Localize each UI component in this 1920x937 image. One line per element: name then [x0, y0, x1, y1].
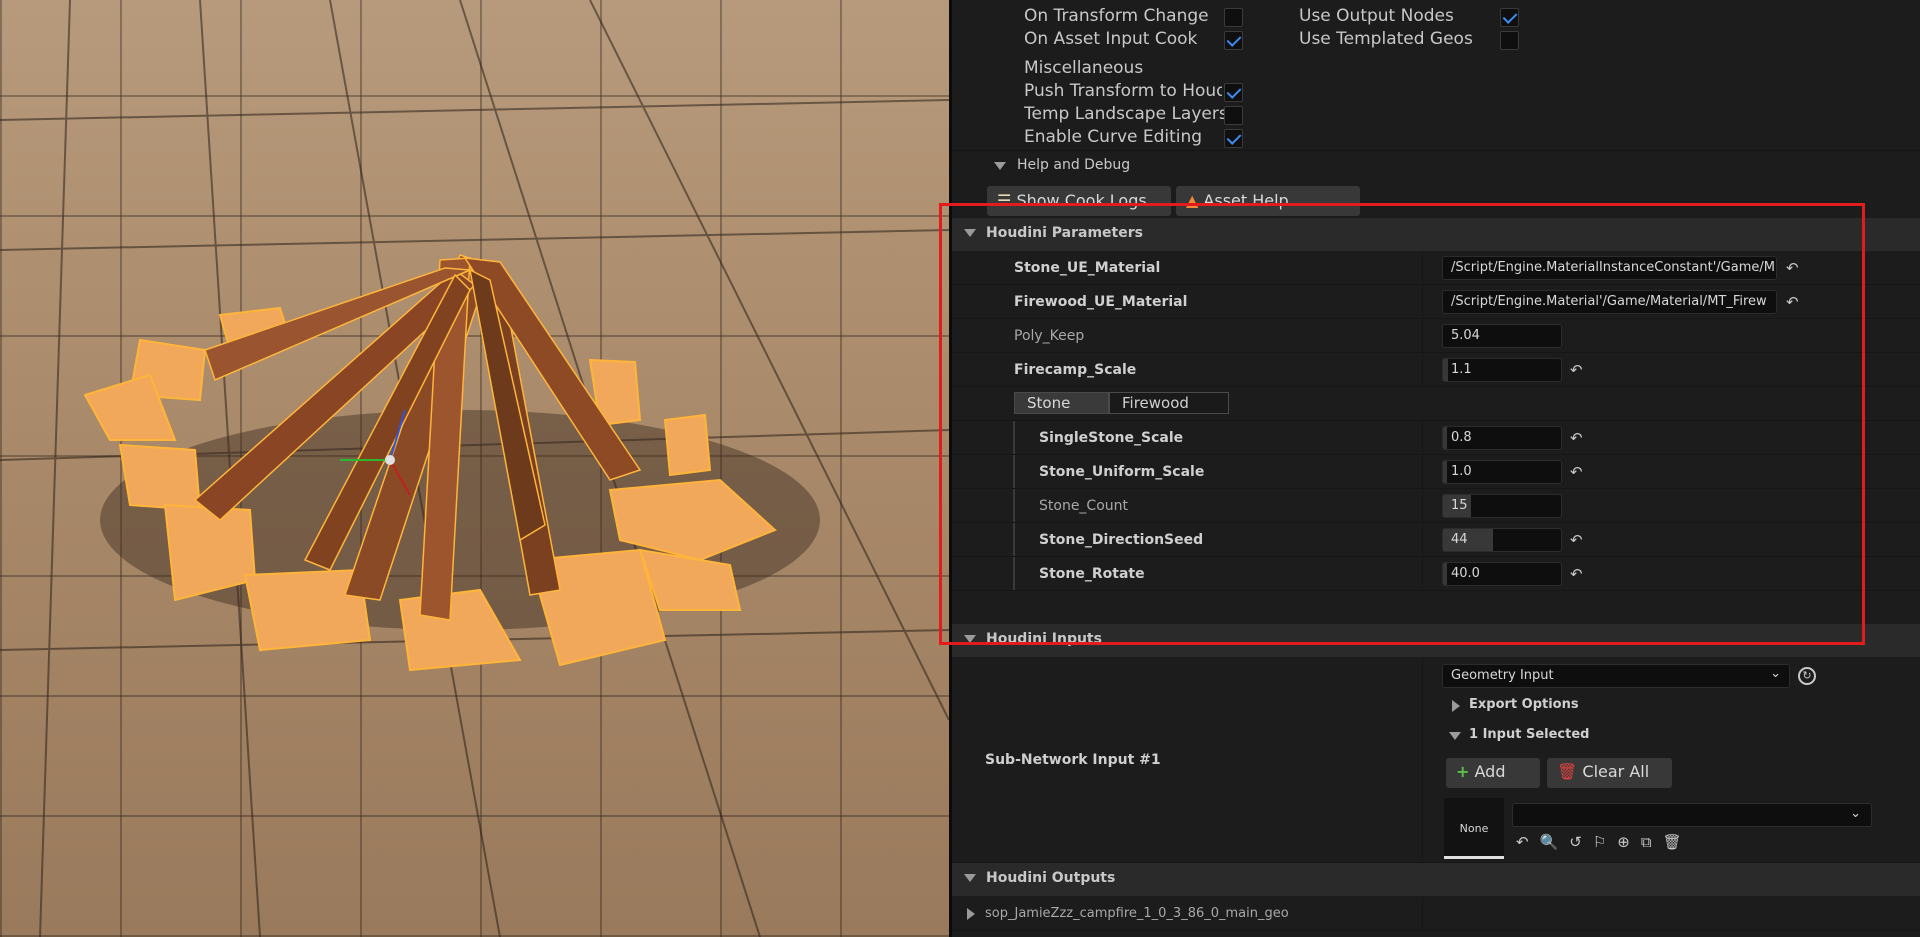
subnetwork-input-label: Sub-Network Input #1: [985, 752, 1161, 768]
help-icon: ▲: [1186, 191, 1199, 210]
reset-arrow-icon[interactable]: ↶: [1786, 260, 1802, 276]
output-geo-label: sop_JamieZzz_campfire_1_0_3_86_0_main_ge…: [985, 906, 1289, 921]
enable-curve-checkbox[interactable]: [1224, 129, 1243, 148]
collapse-arrow-icon[interactable]: [1449, 732, 1461, 740]
add-input-button[interactable]: + Add: [1446, 758, 1540, 788]
duplicate-icon[interactable]: ⧉: [1641, 833, 1663, 851]
temp-landscape-checkbox[interactable]: [1224, 106, 1243, 125]
stone-uniform-scale-field[interactable]: 1.0: [1442, 460, 1562, 484]
firecamp-scale-field[interactable]: 1.1: [1442, 358, 1562, 382]
reset-arrow-icon[interactable]: ↶: [1570, 362, 1586, 378]
houdini-inputs-header[interactable]: Houdini Inputs: [952, 624, 1920, 657]
asset-picker-dropdown[interactable]: ⌄: [1512, 803, 1872, 827]
stone-material-field[interactable]: /Script/Engine.MaterialInstanceConstant'…: [1442, 256, 1777, 280]
details-panel: On Transform Change Use Output Nodes On …: [952, 0, 1920, 937]
param-row-firecamp-scale: Firecamp_Scale 1.1 ↶: [952, 353, 1920, 387]
reset-arrow-icon[interactable]: ↶: [1570, 532, 1586, 548]
scroll-icon: ☰: [997, 191, 1012, 210]
asset-help-button[interactable]: ▲ Asset Help: [1176, 186, 1360, 216]
enable-curve-label: Enable Curve Editing: [1024, 127, 1203, 147]
use-selected-icon[interactable]: ↶: [1516, 833, 1540, 851]
use-templated-geos-checkbox[interactable]: [1500, 31, 1519, 50]
collapse-arrow-icon[interactable]: [964, 635, 976, 643]
help-debug-label: Help and Debug: [1017, 157, 1131, 173]
show-cook-logs-button[interactable]: ☰ Show Cook Logs: [987, 186, 1171, 216]
stone-count-field[interactable]: 15: [1442, 494, 1562, 518]
use-output-nodes-checkbox[interactable]: [1500, 8, 1519, 27]
plus-icon: +: [1456, 762, 1470, 781]
on-transform-change-checkbox[interactable]: [1224, 8, 1243, 27]
input-type-dropdown[interactable]: Geometry Input ⌄: [1442, 664, 1790, 688]
use-templated-geos-label: Use Templated Geos: [1299, 29, 1473, 49]
houdini-outputs-header[interactable]: Houdini Outputs: [952, 863, 1920, 896]
tab-stone[interactable]: Stone: [1014, 392, 1109, 414]
reset-arrow-icon[interactable]: ↶: [1570, 566, 1586, 582]
tab-firewood[interactable]: Firewood: [1109, 392, 1229, 414]
poly-keep-field[interactable]: 5.04: [1442, 324, 1562, 348]
param-row-singlestone-scale: SingleStone_Scale 0.8 ↶: [952, 421, 1920, 455]
singlestone-scale-field[interactable]: 0.8: [1442, 426, 1562, 450]
on-transform-change-label: On Transform Change: [1024, 6, 1209, 26]
transform-icon[interactable]: ⚐: [1593, 833, 1617, 851]
push-transform-label: Push Transform to Houdini: [1024, 81, 1222, 101]
input-row-subnetwork: Sub-Network Input #1 Geometry Input ⌄ ↻ …: [952, 657, 1920, 863]
reset-arrow-icon[interactable]: ↶: [1786, 294, 1802, 310]
param-row-firewood-material: Firewood_UE_Material /Script/Engine.Mate…: [952, 285, 1920, 319]
trash-icon: 🗑: [1557, 762, 1578, 781]
param-row-stone-direction-seed: Stone_DirectionSeed 44 ↶: [952, 523, 1920, 557]
stone-direction-seed-field[interactable]: 44: [1442, 528, 1562, 552]
help-debug-collapse-arrow[interactable]: [994, 162, 1006, 170]
refresh-icon[interactable]: ↻: [1798, 667, 1816, 685]
divider-line: [952, 150, 1920, 151]
stone-rotate-field[interactable]: 40.0: [1442, 562, 1562, 586]
chevron-down-icon: ⌄: [1770, 666, 1781, 681]
collapse-arrow-icon[interactable]: [964, 229, 976, 237]
clear-all-button[interactable]: 🗑 Clear All: [1547, 758, 1672, 788]
houdini-parameters-header[interactable]: Houdini Parameters: [952, 218, 1920, 251]
export-options-label[interactable]: Export Options: [1469, 697, 1579, 712]
temp-landscape-label: Temp Landscape Layers: [1024, 104, 1228, 124]
expand-arrow-icon[interactable]: [1452, 700, 1460, 712]
inputs-selected-label: 1 Input Selected: [1469, 727, 1590, 742]
viewport-scene: [0, 0, 949, 937]
delete-icon[interactable]: 🗑: [1663, 833, 1693, 851]
expand-arrow-icon[interactable]: [967, 908, 975, 920]
reset-arrow-icon[interactable]: ↶: [1570, 430, 1586, 446]
on-asset-input-cook-checkbox[interactable]: [1224, 31, 1243, 50]
push-transform-checkbox[interactable]: [1224, 83, 1243, 102]
collapse-arrow-icon[interactable]: [964, 874, 976, 882]
on-asset-input-cook-label: On Asset Input Cook: [1024, 29, 1198, 49]
miscellaneous-label: Miscellaneous: [1024, 58, 1144, 78]
reset-arrow-icon[interactable]: ↶: [1570, 464, 1586, 480]
chevron-down-icon: ⌄: [1850, 806, 1861, 821]
firewood-material-field[interactable]: /Script/Engine.Material'/Game/Material/M…: [1442, 290, 1777, 314]
reset-icon[interactable]: ↺: [1569, 833, 1593, 851]
output-row: sop_JamieZzz_campfire_1_0_3_86_0_main_ge…: [952, 897, 1920, 931]
insert-icon[interactable]: ⊕: [1617, 833, 1641, 851]
use-output-nodes-label: Use Output Nodes: [1299, 6, 1454, 26]
param-row-poly-keep: Poly_Keep 5.04: [952, 319, 1920, 353]
3d-viewport[interactable]: [0, 0, 949, 937]
param-tabs-row: Stone Firewood: [952, 387, 1920, 421]
browse-icon[interactable]: 🔍: [1540, 833, 1570, 851]
asset-tool-icons: ↶🔍↺⚐⊕⧉🗑: [1516, 833, 1693, 851]
param-row-stone-material: Stone_UE_Material /Script/Engine.Materia…: [952, 251, 1920, 285]
param-row-stone-uniform-scale: Stone_Uniform_Scale 1.0 ↶: [952, 455, 1920, 489]
param-row-stone-rotate: Stone_Rotate 40.0 ↶: [952, 557, 1920, 591]
param-row-stone-count: Stone_Count 15: [952, 489, 1920, 523]
asset-thumbnail[interactable]: None: [1444, 798, 1504, 859]
